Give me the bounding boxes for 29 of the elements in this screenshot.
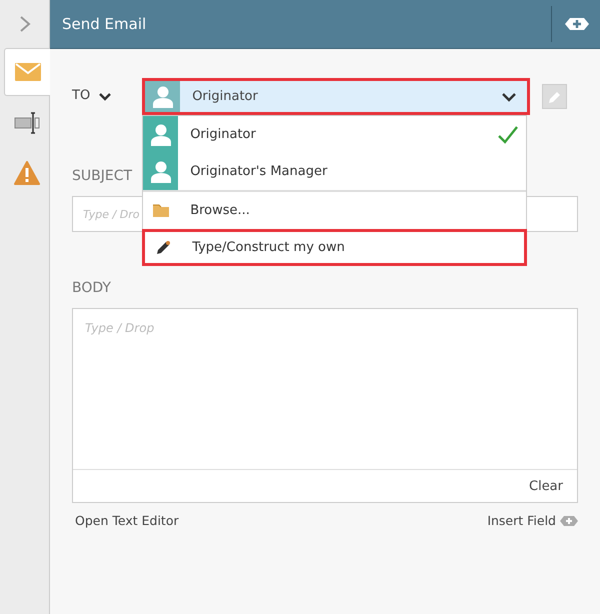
insert-field-icon[interactable]	[560, 516, 578, 526]
insert-field-icon[interactable]	[564, 17, 590, 31]
pencil-icon	[548, 90, 562, 104]
open-text-editor-link[interactable]: Open Text Editor	[75, 513, 179, 528]
clear-link[interactable]: Clear	[529, 478, 563, 494]
menu-item[interactable]: Type/Construct my own	[142, 229, 528, 266]
menu-item[interactable]: Originator	[143, 116, 526, 153]
subject-label: SUBJECT	[72, 168, 132, 184]
folder-icon	[152, 203, 170, 218]
warning-icon	[14, 161, 40, 185]
chevron-down-icon[interactable]	[98, 92, 112, 102]
body-label: BODY	[72, 280, 111, 296]
person-icon	[150, 124, 171, 146]
panel-title: Send Email	[62, 15, 148, 33]
chevron-right-icon[interactable]	[18, 15, 30, 33]
menu-item[interactable]: Originator's Manager	[143, 153, 526, 190]
text-field-icon	[14, 112, 40, 134]
chevron-down-icon	[501, 92, 518, 102]
person-icon	[150, 160, 171, 182]
body-field[interactable]: Type / Drop Clear	[72, 308, 578, 503]
envelope-icon	[14, 63, 40, 81]
insert-field-link[interactable]: Insert Field	[487, 513, 556, 528]
edit-button[interactable]	[542, 84, 568, 109]
person-icon	[152, 86, 173, 108]
menu-item[interactable]: Browse...	[143, 190, 526, 229]
to-label: TO	[72, 88, 90, 103]
recipient-dropdown[interactable]: Originator	[142, 78, 530, 115]
pencil-icon	[154, 240, 171, 256]
sidebar-tab[interactable]	[4, 48, 50, 96]
